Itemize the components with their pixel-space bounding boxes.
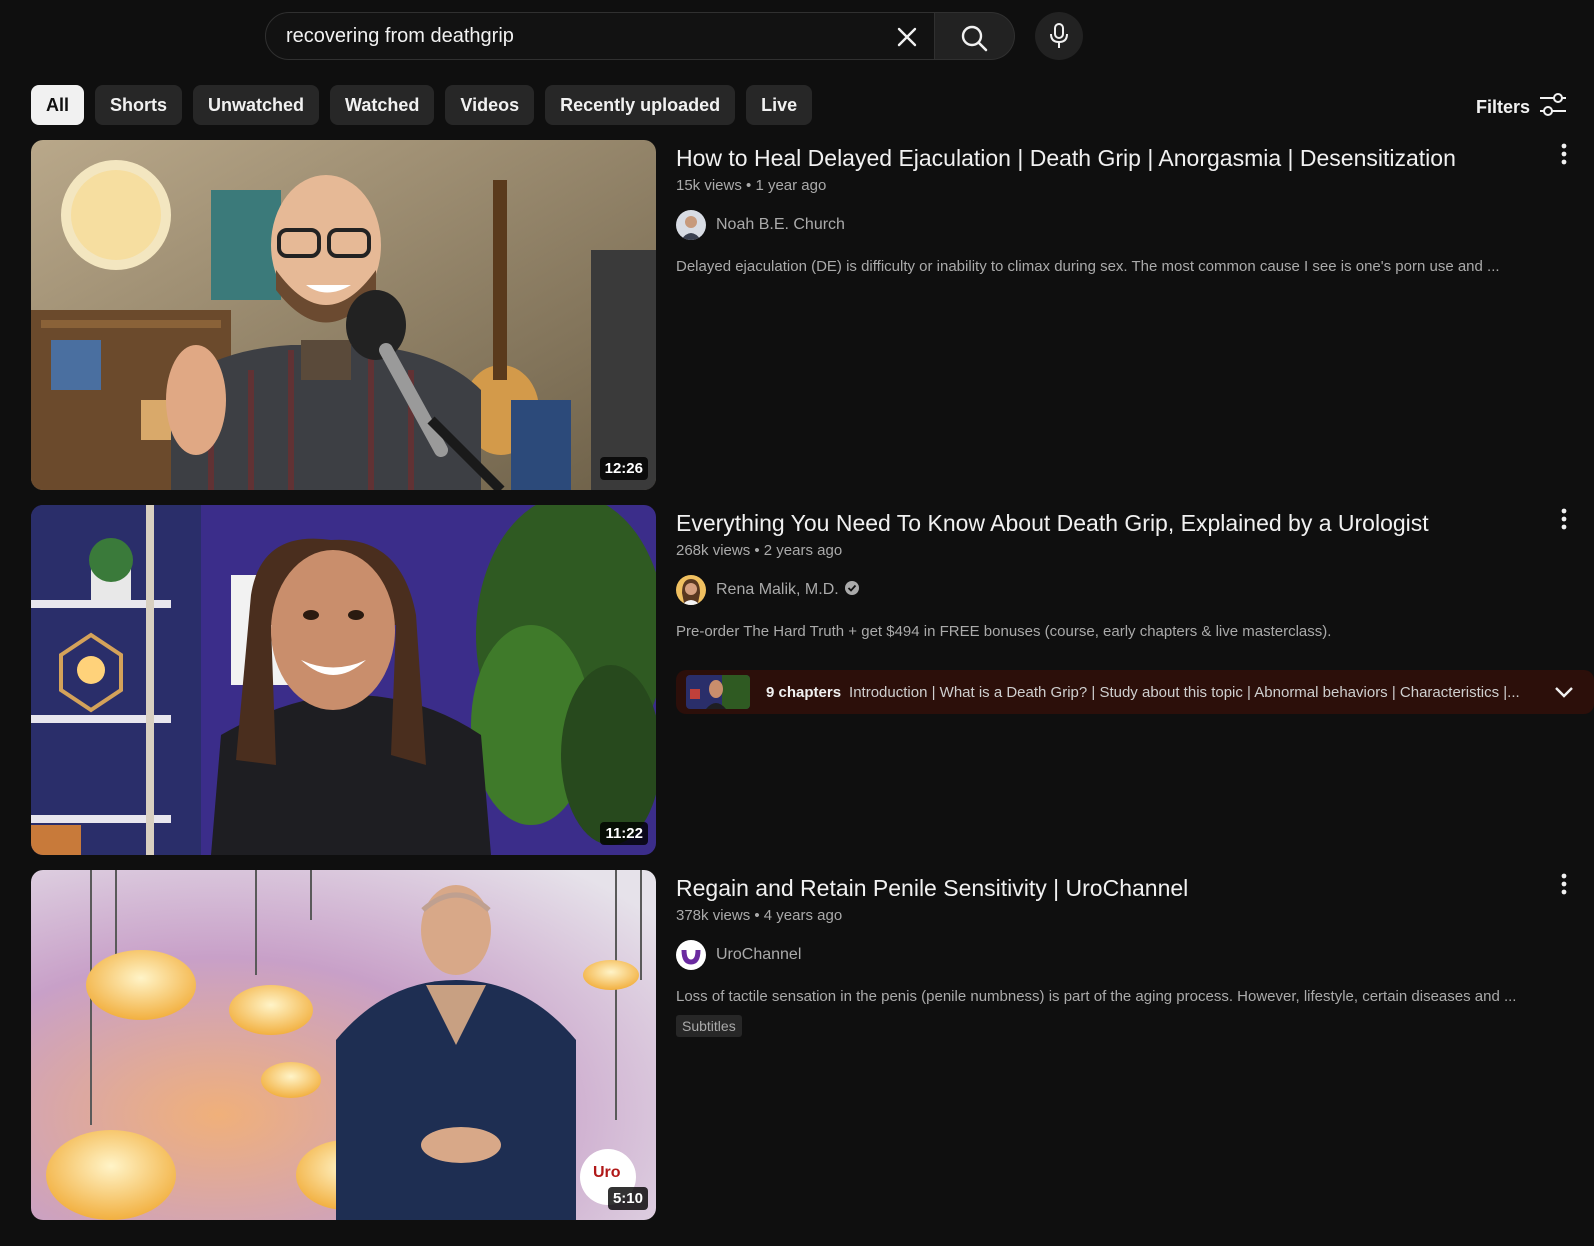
video-thumbnail[interactable]: 11:22 bbox=[31, 505, 656, 855]
subtitles-badge: Subtitles bbox=[676, 1015, 742, 1037]
avatar bbox=[676, 210, 706, 240]
filters-label: Filters bbox=[1475, 96, 1530, 117]
video-thumbnail[interactable]: 12:26 bbox=[31, 140, 656, 490]
video-title[interactable]: How to Heal Delayed Ejaculation | Death … bbox=[676, 143, 1576, 173]
video-title[interactable]: Regain and Retain Penile Sensitivity | U… bbox=[676, 873, 1576, 903]
upload-age: 1 year ago bbox=[755, 177, 827, 194]
close-icon[interactable] bbox=[894, 24, 920, 50]
video-info: Everything You Need To Know About Death … bbox=[676, 505, 1576, 640]
channel-link[interactable]: UroChannel bbox=[676, 940, 1576, 970]
video-info: How to Heal Delayed Ejaculation | Death … bbox=[676, 140, 1576, 275]
view-count: 268k views bbox=[676, 542, 751, 559]
avatar bbox=[676, 575, 706, 605]
video-meta: 268k views • 2 years ago bbox=[676, 542, 843, 559]
channel-link[interactable]: Noah B.E. Church bbox=[676, 210, 1576, 240]
search-button[interactable] bbox=[935, 12, 1015, 60]
upload-age: 2 years ago bbox=[763, 542, 843, 559]
filters-button[interactable]: Filters bbox=[1476, 92, 1568, 122]
chip-shorts[interactable]: Shorts bbox=[95, 85, 183, 125]
view-count: 15k views bbox=[676, 177, 742, 194]
sliders-icon bbox=[1538, 92, 1568, 123]
more-vert-icon[interactable] bbox=[1552, 142, 1576, 166]
channel-name: UroChannel bbox=[716, 946, 802, 963]
video-duration: 11:22 bbox=[600, 822, 648, 845]
video-result: 12:26 How to Heal Delayed Ejaculation | … bbox=[31, 140, 1594, 490]
more-vert-icon[interactable] bbox=[1552, 872, 1576, 896]
video-description: Pre-order The Hard Truth + get $494 in F… bbox=[676, 623, 1332, 640]
video-thumbnail[interactable]: Uro 5:10 bbox=[31, 870, 656, 1220]
chip-videos[interactable]: Videos bbox=[445, 85, 535, 125]
video-description: Loss of tactile sensation in the penis (… bbox=[676, 988, 1517, 1005]
video-info: Regain and Retain Penile Sensitivity | U… bbox=[676, 870, 1576, 1037]
filter-chips: All Shorts Unwatched Watched Videos Rece… bbox=[31, 85, 813, 125]
search-input[interactable]: recovering from deathgrip bbox=[286, 25, 514, 48]
chip-live[interactable]: Live bbox=[746, 85, 813, 125]
chip-watched[interactable]: Watched bbox=[330, 85, 435, 125]
upload-age: 4 years ago bbox=[763, 907, 843, 924]
chevron-down-icon[interactable] bbox=[1552, 680, 1576, 709]
view-count: 378k views bbox=[676, 907, 751, 924]
voice-search-button[interactable] bbox=[1035, 12, 1083, 60]
video-meta: 15k views • 1 year ago bbox=[676, 177, 827, 194]
watermark-logo: Uro bbox=[593, 1164, 621, 1181]
verified-icon bbox=[844, 580, 859, 600]
chapter-count: 9 chapters bbox=[766, 683, 842, 701]
video-description: Delayed ejaculation (DE) is difficulty o… bbox=[676, 258, 1500, 275]
channel-link[interactable]: Rena Malik, M.D. bbox=[676, 575, 1576, 605]
video-duration: 5:10 bbox=[607, 1187, 648, 1210]
video-duration: 12:26 bbox=[599, 457, 648, 480]
video-result: 11:22 Everything You Need To Know About … bbox=[31, 505, 1594, 855]
video-result: Uro 5:10 Regain and Retain Penile Sensit… bbox=[31, 870, 1594, 1220]
chapters-panel[interactable]: 9 chapters Introduction | What is a Deat… bbox=[676, 670, 1594, 714]
chip-recently-uploaded[interactable]: Recently uploaded bbox=[545, 85, 736, 125]
chapter-list: Introduction | What is a Death Grip? | S… bbox=[849, 683, 1520, 701]
channel-name: Noah B.E. Church bbox=[716, 216, 845, 233]
search-box[interactable]: recovering from deathgrip bbox=[265, 12, 935, 60]
video-title[interactable]: Everything You Need To Know About Death … bbox=[676, 508, 1576, 538]
chapter-thumbnail bbox=[686, 675, 750, 709]
chip-all[interactable]: All bbox=[31, 85, 85, 125]
avatar bbox=[676, 940, 706, 970]
chip-unwatched[interactable]: Unwatched bbox=[193, 85, 320, 125]
channel-name: Rena Malik, M.D. bbox=[716, 581, 839, 598]
video-meta: 378k views • 4 years ago bbox=[676, 907, 843, 924]
more-vert-icon[interactable] bbox=[1552, 507, 1576, 531]
